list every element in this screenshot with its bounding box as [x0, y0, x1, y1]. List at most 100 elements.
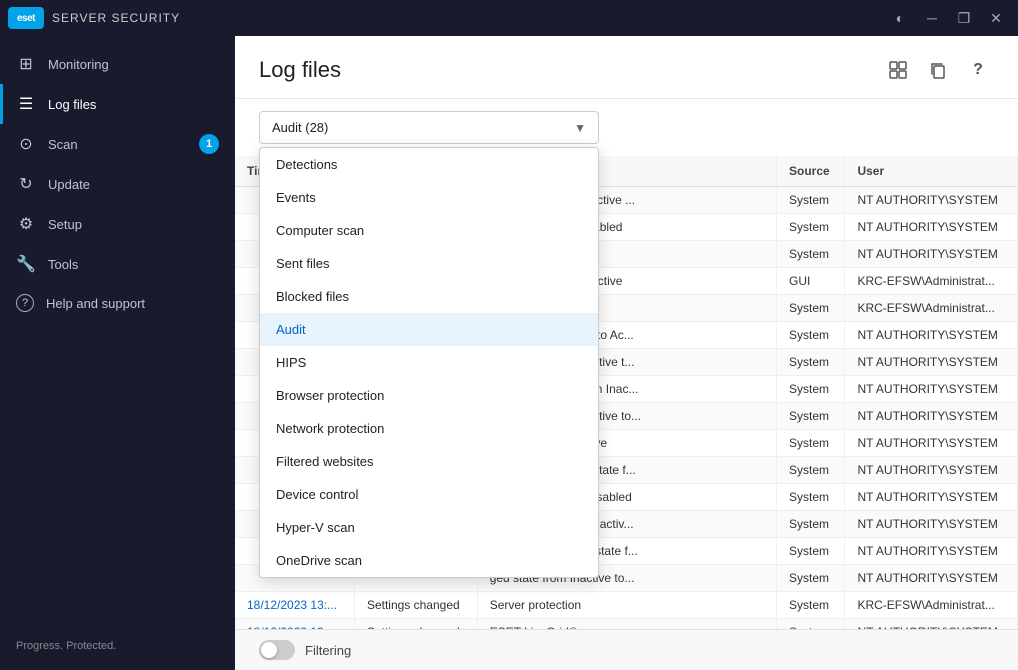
sidebar-label: Monitoring	[48, 57, 109, 72]
cell-source: System	[777, 430, 845, 457]
cell-source: System	[777, 457, 845, 484]
dropdown-item-network-protection[interactable]: Network protection	[260, 412, 598, 445]
dropdown-arrow-icon: ▼	[574, 121, 586, 135]
cell-source: System	[777, 322, 845, 349]
cell-user: NT AUTHORITY\SYSTEM	[845, 511, 1018, 538]
titlebar: eset SERVER SECURITY ◐ ─ ❐ ✕	[0, 0, 1018, 36]
cell-user: NT AUTHORITY\SYSTEM	[845, 430, 1018, 457]
scan-badge: 1	[199, 134, 219, 154]
dropdown-selected-value: Audit (28)	[272, 120, 328, 135]
cell-message: Server protection	[477, 592, 776, 619]
sidebar-item-scan[interactable]: ⊙ Scan 1	[0, 124, 235, 164]
cell-user: KRC-EFSW\Administrat...	[845, 592, 1018, 619]
sidebar: ⊞ Monitoring ☰ Log files ⊙ Scan 1 ↻ Upda…	[0, 36, 235, 670]
cell-source: System	[777, 187, 845, 214]
dropdown-item-hyperv-scan[interactable]: Hyper-V scan	[260, 511, 598, 544]
sidebar-item-update[interactable]: ↻ Update	[0, 164, 235, 204]
dropdown-item-filtered-websites[interactable]: Filtered websites	[260, 445, 598, 478]
cell-source: System	[777, 619, 845, 630]
sidebar-label: Scan	[48, 137, 78, 152]
col-header-user: User	[845, 156, 1018, 187]
content-header: Log files ?	[235, 36, 1018, 99]
sidebar-label: Log files	[48, 97, 96, 112]
update-icon: ↻	[16, 174, 36, 194]
scan-icon: ⊙	[16, 134, 36, 154]
table-row[interactable]: 18/12/2023 13:... Settings changed ESET …	[235, 619, 1018, 630]
filtering-label: Filtering	[305, 643, 351, 658]
table-row[interactable]: 18/12/2023 13:... Settings changed Serve…	[235, 592, 1018, 619]
cell-user: NT AUTHORITY\SYSTEM	[845, 457, 1018, 484]
cell-source: System	[777, 403, 845, 430]
cell-message: ESET LiveGrid®	[477, 619, 776, 630]
contrast-button[interactable]: ◐	[886, 4, 914, 32]
sidebar-label: Help and support	[46, 296, 145, 311]
sidebar-label: Update	[48, 177, 90, 192]
cell-user: NT AUTHORITY\SYSTEM	[845, 565, 1018, 592]
help-button[interactable]: ?	[962, 54, 994, 86]
close-button[interactable]: ✕	[982, 4, 1010, 32]
cell-source: System	[777, 376, 845, 403]
dropdown-item-browser-protection[interactable]: Browser protection	[260, 379, 598, 412]
grid-view-button[interactable]	[882, 54, 914, 86]
dropdown-item-hips[interactable]: HIPS	[260, 346, 598, 379]
col-header-source: Source	[777, 156, 845, 187]
cell-source: System	[777, 214, 845, 241]
cell-source: System	[777, 538, 845, 565]
setup-icon: ⚙	[16, 214, 36, 234]
sidebar-label: Tools	[48, 257, 78, 272]
sidebar-item-log-files[interactable]: ☰ Log files	[0, 84, 235, 124]
sidebar-item-tools[interactable]: 🔧 Tools	[0, 244, 235, 284]
cell-user: NT AUTHORITY\SYSTEM	[845, 538, 1018, 565]
dropdown-item-audit[interactable]: Audit	[260, 313, 598, 346]
app-title: SERVER SECURITY	[52, 11, 180, 25]
footer: Filtering	[235, 629, 1018, 670]
monitoring-icon: ⊞	[16, 54, 36, 74]
sidebar-item-help[interactable]: ? Help and support	[0, 284, 235, 322]
dropdown-item-onedrive-scan[interactable]: OneDrive scan	[260, 544, 598, 577]
filtering-toggle[interactable]	[259, 640, 295, 660]
log-files-icon: ☰	[16, 94, 36, 114]
cell-user: NT AUTHORITY\SYSTEM	[845, 241, 1018, 268]
toggle-knob	[261, 642, 277, 658]
dropdown-item-detections[interactable]: Detections	[260, 148, 598, 181]
dropdown-item-computer-scan[interactable]: Computer scan	[260, 214, 598, 247]
eset-logo: eset	[8, 7, 44, 29]
sidebar-label: Setup	[48, 217, 82, 232]
cell-source: System	[777, 295, 845, 322]
cell-user: NT AUTHORITY\SYSTEM	[845, 376, 1018, 403]
dropdown-item-sent-files[interactable]: Sent files	[260, 247, 598, 280]
cell-time: 18/12/2023 13:...	[235, 619, 354, 630]
dropdown-item-blocked-files[interactable]: Blocked files	[260, 280, 598, 313]
sidebar-item-setup[interactable]: ⚙ Setup	[0, 204, 235, 244]
cell-event: Settings changed	[354, 619, 477, 630]
cell-user: NT AUTHORITY\SYSTEM	[845, 187, 1018, 214]
window-controls: ◐ ─ ❐ ✕	[886, 4, 1010, 32]
cell-time: 18/12/2023 13:...	[235, 592, 354, 619]
cell-source: System	[777, 565, 845, 592]
status-text: Progress. Protected.	[16, 640, 116, 652]
sidebar-item-monitoring[interactable]: ⊞ Monitoring	[0, 44, 235, 84]
cell-source: GUI	[777, 268, 845, 295]
cell-user: NT AUTHORITY\SYSTEM	[845, 619, 1018, 630]
cell-source: System	[777, 484, 845, 511]
maximize-button[interactable]: ❐	[950, 4, 978, 32]
cell-source: System	[777, 349, 845, 376]
dropdown-area: Audit (28) ▼ Detections Events Computer …	[235, 99, 1018, 156]
cell-user: KRC-EFSW\Administrat...	[845, 268, 1018, 295]
log-type-dropdown[interactable]: Audit (28) ▼	[259, 111, 599, 144]
cell-user: NT AUTHORITY\SYSTEM	[845, 403, 1018, 430]
dropdown-menu: Detections Events Computer scan Sent fil…	[259, 147, 599, 578]
dropdown-item-events[interactable]: Events	[260, 181, 598, 214]
header-actions: ?	[882, 54, 994, 86]
cell-user: NT AUTHORITY\SYSTEM	[845, 322, 1018, 349]
cell-user: NT AUTHORITY\SYSTEM	[845, 214, 1018, 241]
dropdown-item-device-control[interactable]: Device control	[260, 478, 598, 511]
help-icon: ?	[16, 294, 34, 312]
cell-source: System	[777, 511, 845, 538]
content-area: Log files ?	[235, 36, 1018, 670]
cell-user: NT AUTHORITY\SYSTEM	[845, 484, 1018, 511]
copy-button[interactable]	[922, 54, 954, 86]
cell-user: KRC-EFSW\Administrat...	[845, 295, 1018, 322]
cell-source: System	[777, 592, 845, 619]
minimize-button[interactable]: ─	[918, 4, 946, 32]
